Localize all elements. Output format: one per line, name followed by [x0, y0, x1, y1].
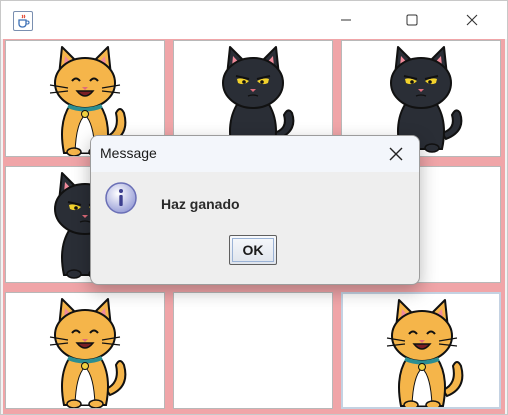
close-button[interactable]: [449, 1, 495, 39]
minimize-icon: [341, 19, 351, 21]
orange-cat-icon: [49, 298, 127, 408]
info-icon: [105, 182, 137, 214]
game-window: Message Haz ganado OK: [0, 0, 508, 415]
close-icon: [466, 14, 478, 26]
dialog-message: Haz ganado: [161, 196, 240, 212]
message-dialog: Message Haz ganado OK: [90, 135, 420, 285]
board-cell-3-3[interactable]: [341, 292, 501, 409]
board-cell-3-1[interactable]: [5, 292, 165, 409]
dialog-close-button[interactable]: [383, 142, 409, 166]
minimize-button[interactable]: [323, 1, 369, 39]
maximize-button[interactable]: [389, 1, 435, 39]
maximize-icon: [406, 14, 418, 26]
board-cell-3-2[interactable]: [173, 292, 333, 409]
dialog-title: Message: [100, 145, 157, 161]
title-bar: [1, 1, 507, 39]
close-icon: [389, 147, 403, 161]
orange-cat-icon: [386, 299, 464, 407]
dialog-title-bar: Message: [91, 136, 419, 172]
java-cup-icon: [13, 11, 33, 31]
ok-button[interactable]: OK: [229, 235, 277, 265]
